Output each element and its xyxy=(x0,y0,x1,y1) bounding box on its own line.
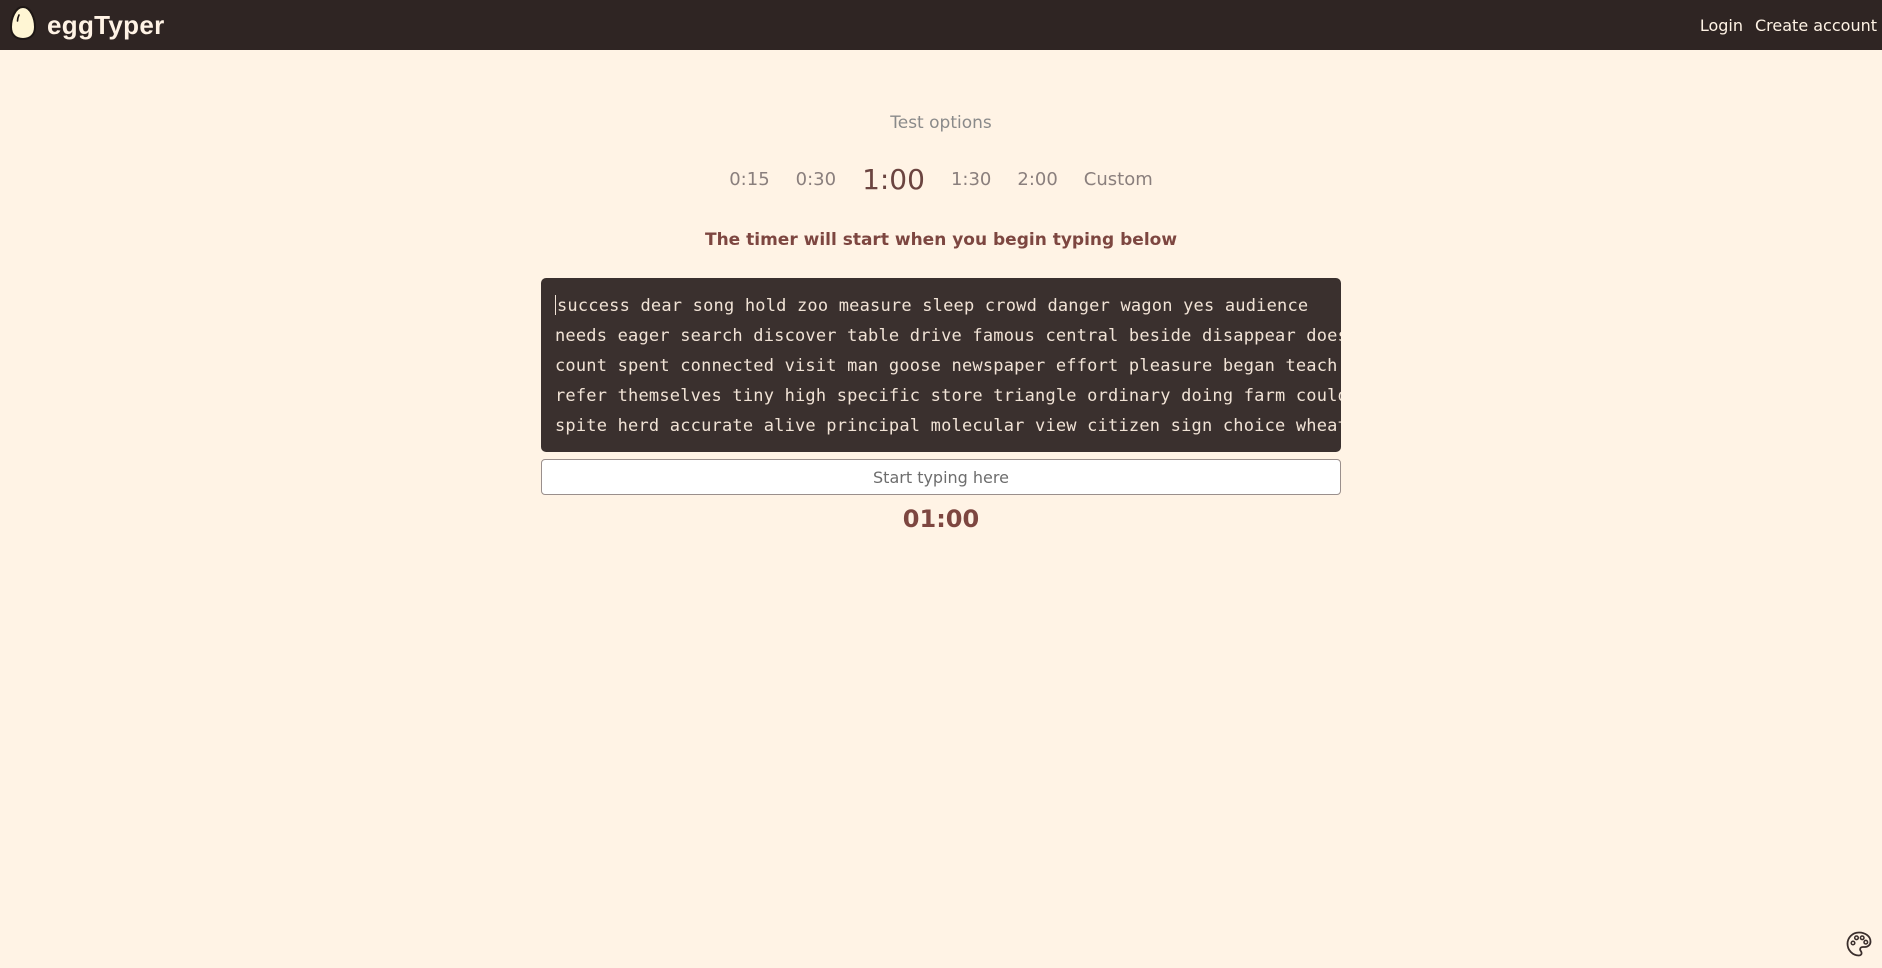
navbar: eggTyper Login Create account xyxy=(0,0,1882,50)
brand-link[interactable]: eggTyper xyxy=(9,5,165,45)
egg-icon xyxy=(9,5,37,45)
duration-option-1-30[interactable]: 1:30 xyxy=(951,169,991,190)
text-caret xyxy=(555,295,556,315)
palette-icon xyxy=(1845,931,1873,962)
duration-options: 0:15 0:30 1:00 1:30 2:00 Custom xyxy=(0,163,1882,196)
duration-option-2-00[interactable]: 2:00 xyxy=(1017,169,1057,190)
word-display: success dear song hold zoo measure sleep… xyxy=(541,278,1341,452)
word-line: spite herd accurate alive principal mole… xyxy=(555,416,1341,436)
duration-option-0-30[interactable]: 0:30 xyxy=(796,169,836,190)
duration-option-custom[interactable]: Custom xyxy=(1084,169,1153,190)
word-line: refer themselves tiny high specific stor… xyxy=(555,386,1341,406)
duration-option-0-15[interactable]: 0:15 xyxy=(729,169,769,190)
word-line: count spent connected visit man goose ne… xyxy=(555,356,1338,376)
word-line-text: success dear song hold zoo measure sleep… xyxy=(557,296,1309,316)
timer-hint: The timer will start when you begin typi… xyxy=(704,230,1178,250)
typing-input[interactable] xyxy=(541,459,1341,495)
word-line: needs eager search discover table drive … xyxy=(555,326,1341,346)
nav-links: Login Create account xyxy=(1700,16,1877,35)
test-options-title: Test options xyxy=(890,113,992,133)
brand-name: eggTyper xyxy=(47,9,165,40)
login-link[interactable]: Login xyxy=(1700,16,1743,35)
countdown-timer: 01:00 xyxy=(902,505,980,533)
create-account-link[interactable]: Create account xyxy=(1755,16,1877,35)
theme-button[interactable] xyxy=(1845,930,1873,958)
duration-option-1-00[interactable]: 1:00 xyxy=(862,163,925,196)
word-line: success dear song hold zoo measure sleep… xyxy=(555,291,1329,321)
